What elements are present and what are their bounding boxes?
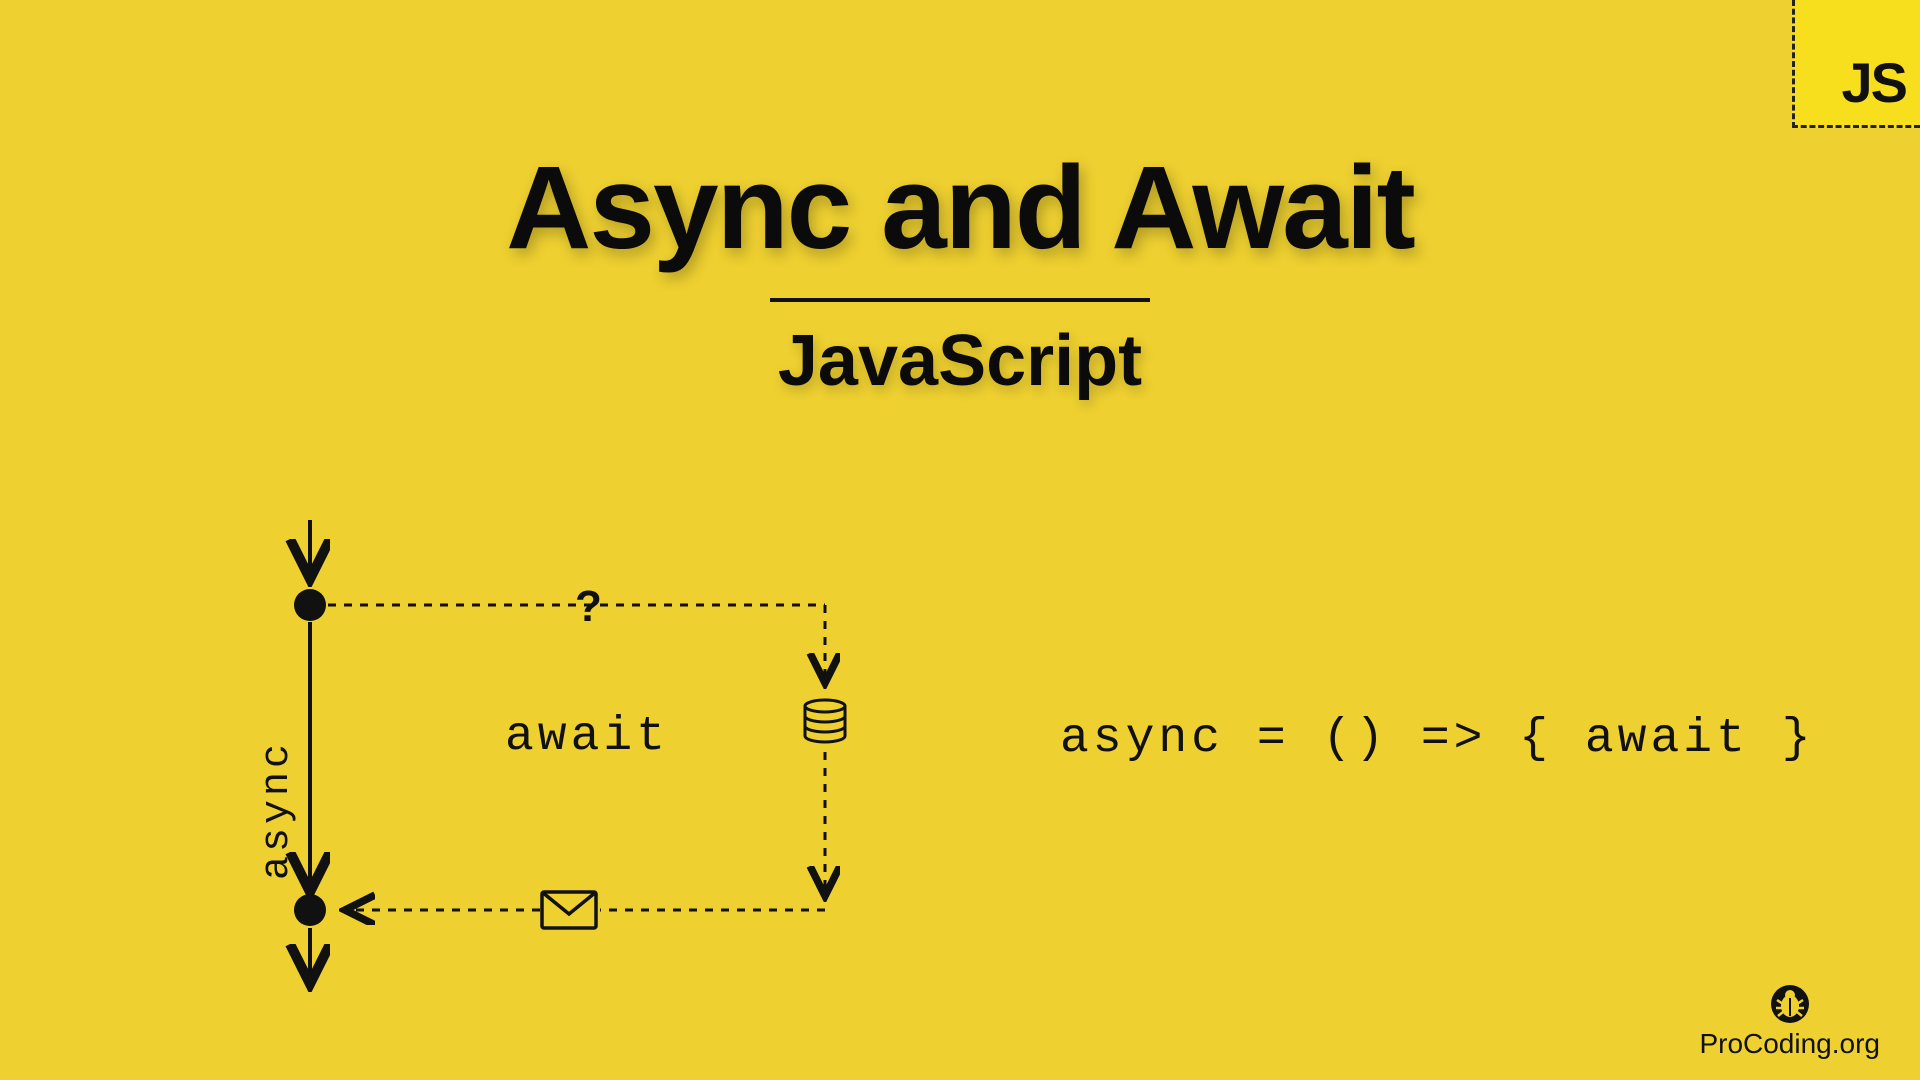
code-snippet: async = () => { await } (1060, 712, 1815, 766)
flow-node-start (294, 589, 326, 621)
title-divider (770, 298, 1150, 302)
flow-diagram (270, 520, 870, 1000)
bug-icon (1770, 984, 1810, 1024)
flow-node-end (294, 894, 326, 926)
attribution: ProCoding.org (1699, 984, 1880, 1060)
js-badge-label: JS (1842, 50, 1907, 115)
database-icon (805, 700, 845, 742)
page-subtitle: JavaScript (778, 320, 1142, 402)
page-title: Async and Await (506, 140, 1414, 276)
attribution-text: ProCoding.org (1699, 1028, 1880, 1060)
js-badge: JS (1792, 0, 1920, 128)
envelope-icon (542, 892, 596, 928)
